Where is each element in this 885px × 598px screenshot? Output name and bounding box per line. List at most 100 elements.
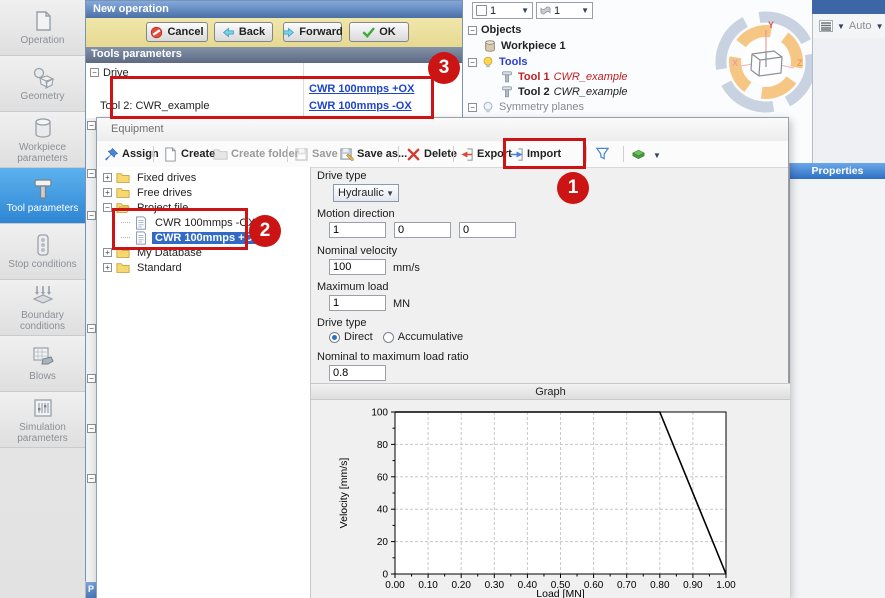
import-button[interactable]: Import <box>507 144 563 164</box>
tree-item-label: Standard <box>134 262 185 274</box>
tool-row[interactable]: Tool 1: CWR_exampleCWR 100mmps +OX <box>86 80 462 97</box>
equipment-header: Equipment <box>97 118 788 141</box>
application-window: OperationGeometryWorkpiece parametersToo… <box>0 0 885 598</box>
collapse-icon[interactable]: − <box>90 68 99 77</box>
objects-tree-tool[interactable]: Tool 1CWR_example <box>500 70 628 84</box>
objects-tree-symmetry[interactable]: − Symmetry planes <box>468 100 584 114</box>
stop-conditions-icon <box>31 233 55 257</box>
collapse-icon[interactable]: − <box>468 26 477 35</box>
ratio-input[interactable] <box>329 365 386 381</box>
properties-header[interactable]: Properties <box>790 163 885 179</box>
objects-tree-tool[interactable]: Tool 2CWR_example <box>500 85 628 99</box>
x-tick-label: 0.90 <box>683 580 703 591</box>
cancel-button[interactable]: Cancel <box>146 22 208 42</box>
collapse-icon[interactable]: − <box>87 324 96 333</box>
chevron-down-icon[interactable]: ▼ <box>653 151 661 160</box>
collapse-icon[interactable]: − <box>87 169 96 178</box>
equipment-tree-item[interactable]: −Project file <box>103 200 191 215</box>
graph-area: 0.000.100.200.300.400.500.600.700.800.90… <box>311 400 790 598</box>
motion-direction-x-input[interactable] <box>329 222 386 238</box>
folder-icon <box>116 246 130 260</box>
drive-mode-radio-accumulative[interactable]: Accumulative <box>383 331 463 343</box>
chevron-down-icon[interactable]: ▼ <box>837 22 845 31</box>
view-orientation-widget[interactable]: Y Z X <box>714 10 818 114</box>
expand-icon[interactable]: + <box>103 263 112 272</box>
delete-icon <box>406 147 421 162</box>
drive-group-label: Drive <box>99 67 129 79</box>
equipment-tree-item[interactable]: + Standard <box>103 260 185 275</box>
tool-row[interactable]: Tool 2: CWR_exampleCWR 100mmps -OX <box>86 97 462 114</box>
create-button[interactable]: Create <box>161 144 217 164</box>
nominal-velocity-label: Nominal velocity <box>317 245 397 257</box>
right-panel-caption <box>812 0 885 14</box>
sidebar-item-operation[interactable]: Operation <box>0 0 85 56</box>
equipment-tree-item-selected[interactable]: CWR 100mmps +OX <box>121 230 263 245</box>
motion-direction-label: Motion direction <box>317 208 395 220</box>
operation-selector[interactable]: 1 ▼ <box>472 2 533 19</box>
sidebar-item-blows[interactable]: Blows <box>0 336 85 392</box>
objects-tree-tools[interactable]: − Tools <box>468 55 528 69</box>
expand-icon[interactable]: + <box>103 188 112 197</box>
blow-selector[interactable]: 1 ▼ <box>536 2 593 19</box>
x-tick-label: 0.20 <box>451 580 471 591</box>
drive-link[interactable]: CWR 100mmps -OX <box>309 100 412 112</box>
expand-icon[interactable]: − <box>468 103 477 112</box>
dialog-title: New operation <box>86 1 462 18</box>
sidebar-item-geometry[interactable]: Geometry <box>0 56 85 112</box>
objects-tree-root[interactable]: − Objects <box>468 23 521 37</box>
collapse-icon[interactable]: − <box>87 424 96 433</box>
equipment-tree-item[interactable]: CWR 100mmps -OX <box>121 215 258 230</box>
equipment-tree-item[interactable]: +Free drives <box>103 185 195 200</box>
chevron-down-icon: ▼ <box>521 6 529 15</box>
objects-tree-workpiece[interactable]: Workpiece 1 <box>483 39 566 53</box>
chevron-down-icon[interactable]: ▼ <box>876 22 884 31</box>
equipment-tree-item[interactable]: +My Database <box>103 245 205 260</box>
y-tick-label: 100 <box>371 408 388 419</box>
y-axis-label: Velocity [mm/s] <box>338 458 350 529</box>
assign-button[interactable]: Assign <box>102 144 161 164</box>
sidebar-item-label: Simulation parameters <box>0 422 85 444</box>
workpiece-icon <box>483 39 497 53</box>
sidebar-item-tool[interactable]: Tool parameters <box>0 168 85 224</box>
collapse-icon[interactable]: − <box>87 374 96 383</box>
maximum-load-input[interactable] <box>329 295 386 311</box>
x-tick-label: 0.80 <box>650 580 670 591</box>
radio-label: Accumulative <box>398 331 463 343</box>
export-icon <box>459 147 474 162</box>
layers-menu-icon[interactable] <box>819 20 833 32</box>
sidebar-item-label: Boundary conditions <box>0 310 85 332</box>
nominal-velocity-input[interactable] <box>329 259 386 275</box>
auto-mode-label[interactable]: Auto <box>849 20 872 32</box>
toolbar-separator <box>398 146 399 162</box>
ok-button[interactable]: OK <box>349 22 409 42</box>
database-button[interactable] <box>629 144 649 164</box>
sidebar-item-stop-conditions[interactable]: Stop conditions <box>0 224 85 280</box>
expand-icon[interactable]: + <box>103 173 112 182</box>
delete-button[interactable]: Delete <box>404 144 459 164</box>
sidebar-item-boundary-conditions[interactable]: Boundary conditions <box>0 280 85 336</box>
equipment-tree-item[interactable]: +Fixed drives <box>103 170 199 185</box>
motion-direction-y-input[interactable] <box>394 222 451 238</box>
collapse-icon[interactable]: − <box>87 474 96 483</box>
expand-icon[interactable]: + <box>103 248 112 257</box>
tool-label: Tool 2 <box>518 86 550 98</box>
back-button[interactable]: Back <box>214 22 273 42</box>
forward-button[interactable]: Forward <box>283 22 342 42</box>
export-button[interactable]: Export <box>457 144 514 164</box>
collapse-icon[interactable]: − <box>103 203 112 212</box>
blow-selector-value: 1 <box>554 5 560 17</box>
drive-form: Drive type Hydraulic ▼ Motion direction … <box>311 167 790 383</box>
collapsed-properties-tab[interactable]: P <box>86 581 96 598</box>
drive-mode-radio-direct[interactable]: Direct <box>329 331 373 343</box>
sidebar-item-simulation-parameters[interactable]: Simulation parameters <box>0 392 85 448</box>
collapse-icon[interactable]: − <box>87 211 96 220</box>
collapse-icon[interactable]: − <box>87 121 96 130</box>
drive-link[interactable]: CWR 100mmps +OX <box>309 83 414 95</box>
collapse-icon[interactable]: − <box>468 58 477 67</box>
sidebar-item-workpiece[interactable]: Workpiece parameters <box>0 112 85 168</box>
motion-direction-z-input[interactable] <box>459 222 516 238</box>
folder-icon <box>116 171 130 185</box>
drive-group-row[interactable]: − Drive <box>86 64 462 81</box>
filter-button[interactable] <box>593 144 613 164</box>
drive-type-select[interactable]: Hydraulic ▼ <box>333 184 399 202</box>
